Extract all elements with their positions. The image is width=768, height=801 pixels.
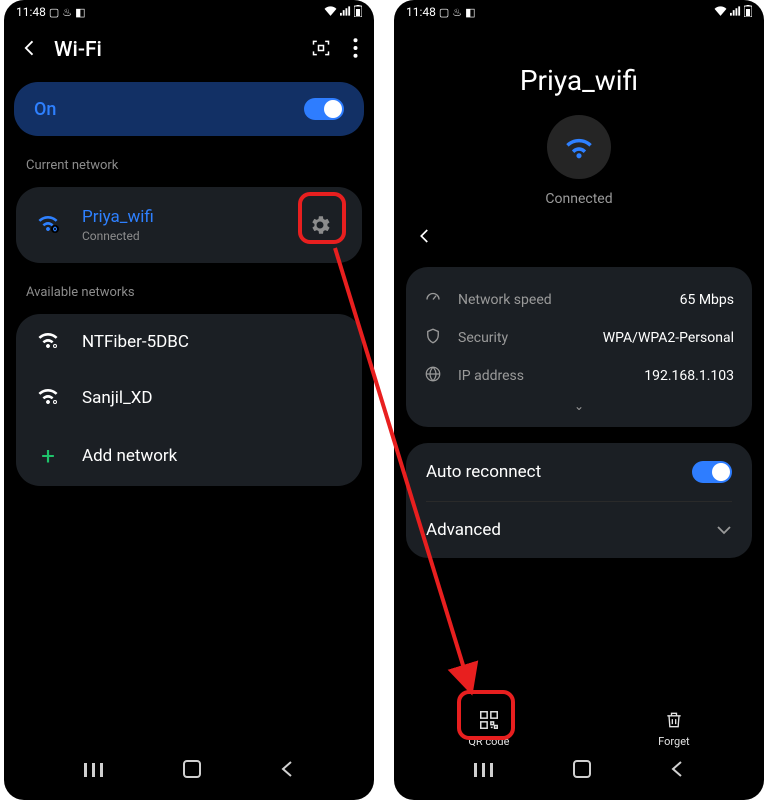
qr-code-button[interactable]: QR code [468, 709, 509, 748]
network-detail-screen: 11:48 ▢ ♨ ◧ Priya_wifi Connected Network… [394, 0, 764, 800]
wifi-settings-screen: 11:48 ▢ ♨ ◧ Wi-Fi [4, 0, 374, 800]
security-label: Security [458, 330, 589, 346]
ip-value: 192.168.1.103 [644, 368, 734, 384]
wifi-status-icon [324, 6, 337, 19]
advanced-label: Advanced [426, 520, 501, 540]
available-network-row[interactable]: NTFiber-5DBC [16, 314, 362, 370]
home-button[interactable] [183, 760, 201, 782]
available-networks-card: NTFiber-5DBC Sanjil_XD + Add network [16, 314, 362, 486]
add-network-row[interactable]: + Add network [16, 426, 362, 486]
signal-icon [730, 6, 741, 19]
auto-reconnect-switch[interactable] [692, 461, 732, 483]
speed-row: Network speed 65 Mbps [424, 281, 734, 319]
back-button[interactable] [20, 38, 40, 62]
forget-label: Forget [658, 735, 689, 748]
wifi-hero-icon [547, 115, 611, 179]
nav-bar [4, 750, 374, 792]
back-nav-button[interactable] [280, 761, 294, 781]
battery-icon [744, 5, 752, 20]
more-icon[interactable] [353, 38, 358, 62]
settings-card: Auto reconnect Advanced [406, 443, 752, 558]
home-button[interactable] [573, 760, 591, 782]
recents-button[interactable] [474, 762, 494, 781]
security-row: Security WPA/WPA2-Personal [424, 319, 734, 357]
expand-icon[interactable]: ⌄ [424, 395, 734, 413]
status-time: 11:48 [406, 5, 436, 19]
shield-icon [424, 327, 444, 349]
notif-icon: ♨ [452, 6, 462, 19]
details-card: Network speed 65 Mbps Security WPA/WPA2-… [406, 267, 752, 427]
speed-label: Network speed [458, 292, 666, 308]
header: Wi-Fi [4, 24, 374, 76]
ip-label: IP address [458, 368, 630, 384]
current-ssid: Priya_wifi [82, 207, 298, 227]
gear-icon[interactable] [298, 203, 342, 247]
chevron-down-icon [716, 520, 732, 540]
section-available-label: Available networks [4, 269, 374, 308]
auto-reconnect-label: Auto reconnect [426, 462, 541, 482]
current-network-row[interactable]: Priya_wifi Connected [16, 187, 362, 263]
signal-icon [340, 6, 351, 19]
speed-value: 65 Mbps [680, 292, 734, 308]
wifi-icon [36, 386, 60, 410]
back-button[interactable] [416, 230, 434, 249]
scan-qr-icon[interactable] [311, 38, 331, 62]
qr-code-label: QR code [468, 735, 509, 748]
security-value: WPA/WPA2-Personal [603, 330, 734, 346]
network-title: Priya_wifi [394, 64, 764, 97]
wifi-status-icon [714, 6, 727, 19]
ssid: Sanjil_XD [82, 388, 342, 408]
gallery-icon: ▢ [439, 6, 449, 19]
gallery-icon: ▢ [49, 6, 59, 19]
ssid: NTFiber-5DBC [82, 332, 342, 352]
available-network-row[interactable]: Sanjil_XD [16, 370, 362, 426]
back-nav-button[interactable] [670, 761, 684, 781]
globe-icon [424, 365, 444, 387]
notif-icon-2: ◧ [465, 6, 475, 19]
auto-reconnect-row[interactable]: Auto reconnect [406, 443, 752, 501]
plus-icon: + [36, 442, 60, 470]
wifi-toggle-label: On [34, 99, 56, 120]
notif-icon: ♨ [62, 6, 72, 19]
notif-icon-2: ◧ [75, 6, 85, 19]
ip-row: IP address 192.168.1.103 [424, 357, 734, 395]
recents-button[interactable] [84, 762, 104, 781]
status-bar: 11:48 ▢ ♨ ◧ [4, 0, 374, 24]
section-current-label: Current network [4, 142, 374, 181]
advanced-row[interactable]: Advanced [406, 502, 752, 558]
page-title: Wi-Fi [54, 38, 297, 62]
wifi-toggle-row[interactable]: On [14, 82, 364, 136]
connection-status: Connected [545, 191, 612, 207]
add-network-label: Add network [82, 446, 342, 466]
status-bar: 11:48 ▢ ♨ ◧ [394, 0, 764, 24]
wifi-switch[interactable] [304, 98, 344, 120]
speed-icon [424, 289, 444, 311]
battery-icon [354, 5, 362, 20]
status-time: 11:48 [16, 5, 46, 19]
wifi-icon [36, 330, 60, 354]
forget-button[interactable]: Forget [658, 709, 689, 748]
wifi-icon [36, 213, 60, 237]
nav-bar [394, 750, 764, 792]
current-network-card: Priya_wifi Connected [16, 187, 362, 263]
current-status: Connected [82, 229, 298, 243]
